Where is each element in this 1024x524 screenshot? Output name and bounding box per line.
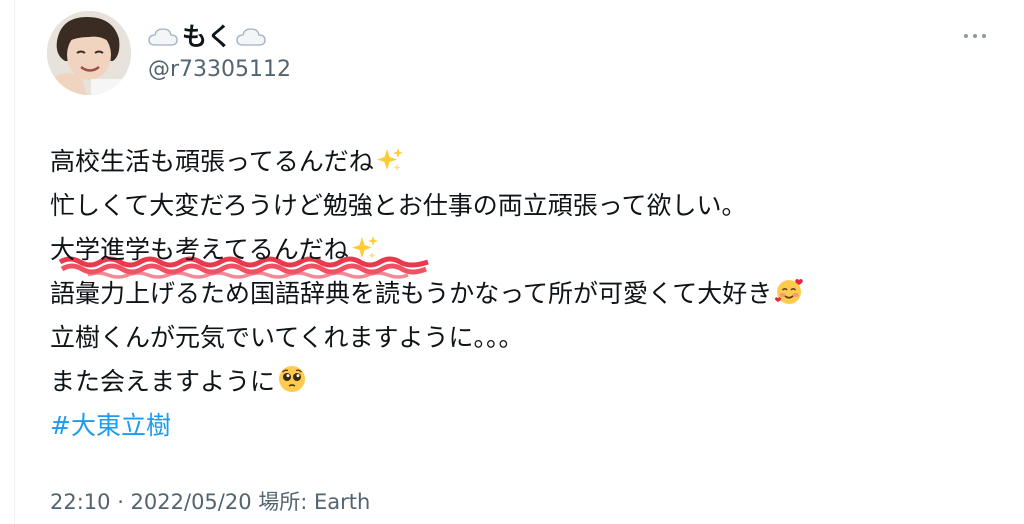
smiling-face-with-hearts-emoji [774, 276, 804, 320]
more-options-icon[interactable] [958, 24, 992, 48]
sparkles-emoji [351, 232, 379, 276]
hashtag-link[interactable]: #大東立樹 [50, 411, 171, 440]
tweet-meta: 22:10 · 2022/05/20 場所: Earth [50, 488, 370, 516]
tweet-line: 忙しくて大変だろうけど勉強とお仕事の両立頑張って欲しい。 [50, 191, 747, 220]
sparkles-emoji [376, 144, 404, 188]
location: 場所: Earth [258, 490, 371, 514]
tweet-line: #大東立樹 [50, 404, 990, 448]
tweet-line: 高校生活も頑張ってるんだね [50, 140, 990, 184]
display-name[interactable]: もく [148, 22, 266, 54]
tweet-line: 立樹くんが元気でいてくれますように。。。 [50, 323, 524, 352]
user-handle[interactable]: @r73305112 [148, 56, 291, 84]
pleading-face-emoji [277, 364, 307, 408]
tweet-line: 語彙力上げるため国語辞典を読もうかなって所が可愛くて大好き [50, 272, 990, 316]
avatar[interactable] [47, 11, 131, 95]
display-name-text: もく [182, 22, 233, 51]
tweet-text: 高校生活も頑張ってるんだね 忙しくて大変だろうけど勉強とお仕事の両立頑張って欲し… [50, 140, 990, 448]
tweet-line-highlighted: 大学進学も考えてるんだね [50, 228, 990, 279]
cloud-icon [148, 24, 178, 54]
cloud-icon [236, 24, 266, 54]
tweet-line: また会えますように [50, 360, 990, 404]
timestamp[interactable]: 22:10 · 2022/05/20 [50, 490, 252, 514]
tweet: もく @r73305112 高校生活も頑張ってるんだね 忙しくて大変だろうけど勉… [0, 0, 1024, 524]
